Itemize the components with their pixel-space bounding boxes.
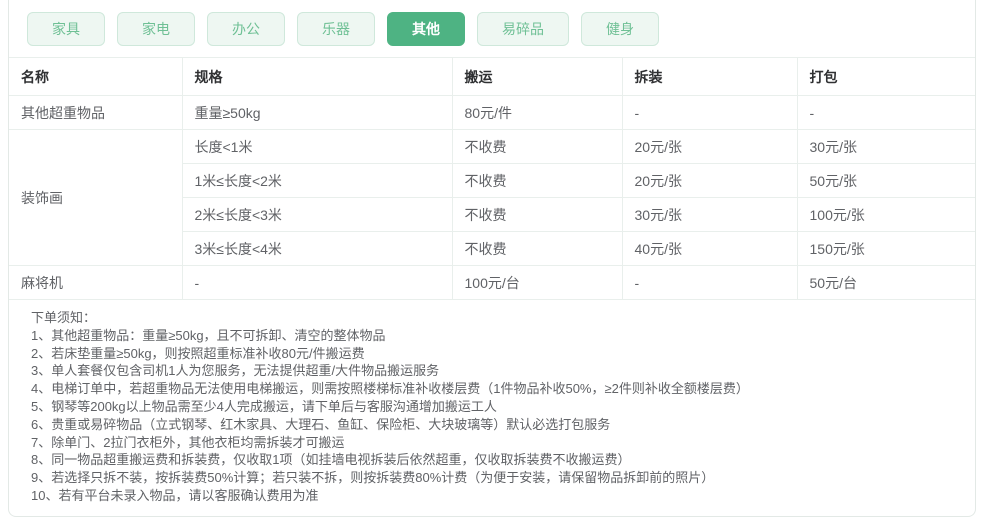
note-item: 6、贵重或易碎物品（立式钢琴、红木家具、大理石、鱼缸、保险柜、大块玻璃等）默认必… [31, 416, 611, 432]
column-header-disassemble: 拆装 [622, 58, 798, 96]
spec-cell: 3米≤长度<4米 [182, 231, 453, 266]
column-header-carry: 搬运 [452, 58, 623, 96]
pack-cell: 100元/张 [797, 197, 975, 232]
pricing-table-header: 名称 规格 搬运 拆装 打包 [9, 58, 975, 96]
name-cell: 装饰画 [9, 129, 183, 266]
note-item: 9、若选择只拆不装，按拆装费50%计算；若只装不拆，则按拆装费80%计费（为便于… [31, 470, 715, 486]
pack-cell: 50元/张 [797, 163, 975, 198]
pack-cell: 50元/台 [797, 265, 975, 300]
name-cell: 其他超重物品 [9, 95, 183, 130]
note-item: 1、其他超重物品：重量≥50kg，且不可拆卸、清空的整体物品 [31, 327, 386, 343]
pricing-table-wrap: 名称 规格 搬运 拆装 打包 其他超重物品 重量≥50kg 80元/件 - - 装饰画 长度<1米不… [9, 57, 975, 300]
order-notes: 下单须知： 1、其他超重物品：重量≥50kg，且不可拆卸、清空的整体物品 2、若床… [9, 300, 975, 505]
note-item: 10、若有平台未录入物品，请以客服确认费用为准 [31, 487, 319, 503]
spec-cell: 2米≤长度<3米 [182, 197, 453, 232]
tab-fitness[interactable]: 健身 [581, 12, 659, 46]
spec-cell: 长度<1米 [182, 129, 453, 164]
disassemble-cell: - [622, 265, 798, 300]
column-header-pack: 打包 [797, 58, 975, 96]
tab-office[interactable]: 办公 [207, 12, 285, 46]
table-row: 装饰画 长度<1米 不收费 20元/张 30元/张 [9, 129, 975, 266]
pricing-table: 名称 规格 搬运 拆装 打包 其他超重物品 重量≥50kg 80元/件 - - 装饰画 长度<1米不… [9, 58, 975, 300]
pricing-card: 家具 家电 办公 乐器 其他 易碎品 健身 名称 规格 搬运 拆装 打包 其他超重物品 重量≥50kg… [8, 0, 976, 517]
disassemble-cell: 20元/张 [622, 163, 798, 198]
disassemble-cell: 20元/张 [622, 129, 798, 164]
pack-cell: 150元/张 [797, 231, 975, 266]
note-item: 7、除单门、2拉门衣柜外，其他衣柜均需拆装才可搬运 [31, 434, 345, 450]
column-header-spec: 规格 [182, 58, 453, 96]
note-item: 2、若床垫重量≥50kg，则按照超重标准补收80元/件搬运费 [31, 345, 365, 361]
carry-cell: 不收费 [452, 163, 623, 198]
disassemble-cell: 30元/张 [622, 197, 798, 232]
spec-cell: 1米≤长度<2米 [182, 163, 453, 198]
pricing-table-body: 其他超重物品 重量≥50kg 80元/件 - - 装饰画 长度<1米 不收费 20元/张 30元/… [9, 95, 975, 300]
carry-cell: 不收费 [452, 129, 623, 164]
disassemble-cell: - [622, 95, 798, 130]
tab-fragile[interactable]: 易碎品 [477, 12, 569, 46]
note-item: 8、同一物品超重搬运费和拆装费，仅收取1项（如挂墙电视拆装后依然超重，仅收取拆装… [31, 452, 631, 468]
tab-furniture[interactable]: 家具 [27, 12, 105, 46]
carry-cell: 80元/件 [452, 95, 623, 130]
notes-title: 下单须知： [31, 310, 97, 325]
carry-cell: 不收费 [452, 197, 623, 232]
carry-cell: 不收费 [452, 231, 623, 266]
table-row: 其他超重物品 重量≥50kg 80元/件 - - [9, 95, 975, 130]
column-header-name: 名称 [9, 58, 183, 96]
tab-instrument[interactable]: 乐器 [297, 12, 375, 46]
tab-other[interactable]: 其他 [387, 12, 465, 46]
tab-appliance[interactable]: 家电 [117, 12, 195, 46]
category-tabs: 家具 家电 办公 乐器 其他 易碎品 健身 [9, 0, 975, 57]
spec-cell: - [182, 265, 453, 300]
carry-cell: 100元/台 [452, 265, 623, 300]
spec-cell: 重量≥50kg [182, 95, 453, 130]
pack-cell: - [797, 95, 975, 130]
pack-cell: 30元/张 [797, 129, 975, 164]
disassemble-cell: 40元/张 [622, 231, 798, 266]
notes-list: 1、其他超重物品：重量≥50kg，且不可拆卸、清空的整体物品 2、若床垫重量≥50… [31, 327, 953, 505]
note-item: 3、单人套餐仅包含司机1人为您服务，无法提供超重/大件物品搬运服务 [31, 363, 440, 379]
table-row: 麻将机 -100元/台 -50元/台 [9, 265, 975, 300]
note-item: 5、钢琴等200kg以上物品需至少4人完成搬运，请下单后与客服沟通增加搬运工人 [31, 398, 497, 414]
note-item: 4、电梯订单中，若超重物品无法使用电梯搬运，则需按照楼梯标准补收楼层费（1件物品… [31, 381, 749, 397]
header-row: 名称 规格 搬运 拆装 打包 [9, 58, 975, 96]
name-cell: 麻将机 [9, 265, 183, 300]
